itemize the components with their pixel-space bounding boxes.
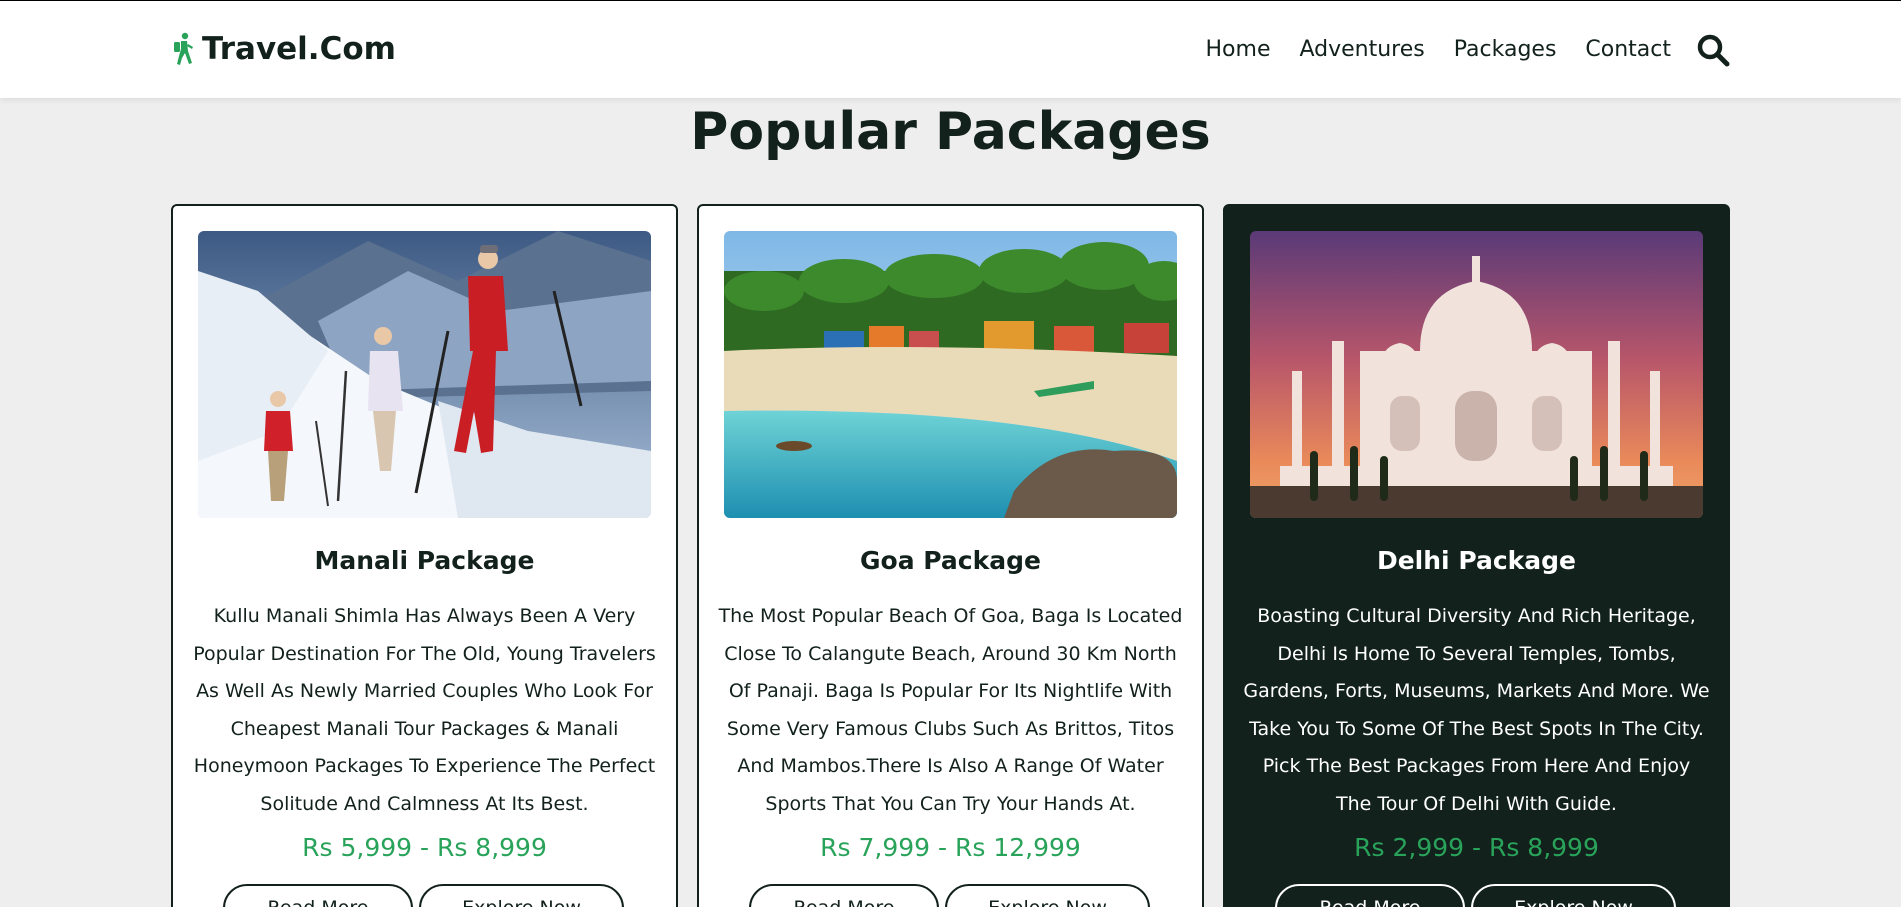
- package-title: Goa Package: [860, 546, 1041, 575]
- package-title: Delhi Package: [1376, 546, 1577, 575]
- package-description: The Most Popular Beach Of Goa, Baga Is L…: [718, 605, 1183, 815]
- package-description: Kullu Manali Shimla Has Always Been A Ve…: [193, 605, 656, 815]
- package-image-delhi: [1250, 231, 1703, 518]
- site-header: Travel.Com Home Adventures Packages Cont…: [0, 1, 1901, 98]
- nav-packages[interactable]: Packages: [1454, 37, 1557, 62]
- package-card-goa: Goa Package The Most Popular Beach Of Go…: [697, 204, 1204, 907]
- read-more-button[interactable]: Read More: [749, 884, 939, 907]
- nav-home[interactable]: Home: [1206, 37, 1271, 62]
- explore-now-button[interactable]: Explore Now: [945, 884, 1150, 907]
- nav-contact[interactable]: Contact: [1585, 37, 1671, 62]
- search-button[interactable]: [1696, 33, 1730, 67]
- package-card-manali: Manali Package Kullu Manali Shimla Has A…: [171, 204, 678, 907]
- hiker-icon: [174, 32, 193, 65]
- package-title: Manali Package: [314, 546, 535, 575]
- package-price: Rs 7,999 - Rs 12,999: [820, 833, 1081, 862]
- nav-adventures[interactable]: Adventures: [1299, 37, 1424, 62]
- package-card-delhi: Delhi Package Boasting Cultural Diversit…: [1223, 204, 1730, 907]
- explore-now-button[interactable]: Explore Now: [419, 884, 624, 907]
- section-title: Popular Packages: [690, 102, 1211, 162]
- package-price: Rs 2,999 - Rs 8,999: [1354, 833, 1599, 862]
- brand-logo[interactable]: Travel.Com: [170, 29, 396, 69]
- package-image-goa: [724, 231, 1177, 518]
- package-description: Boasting Cultural Diversity And Rich Her…: [1243, 605, 1710, 815]
- read-more-button[interactable]: Read More: [1275, 884, 1465, 907]
- search-icon: [1697, 34, 1730, 67]
- read-more-button[interactable]: Read More: [223, 884, 413, 907]
- explore-now-button[interactable]: Explore Now: [1471, 884, 1676, 907]
- brand-name: Travel.Com: [202, 31, 396, 67]
- main-nav: Home Adventures Packages Contact: [1206, 29, 1671, 69]
- package-price: Rs 5,999 - Rs 8,999: [302, 833, 547, 862]
- package-image-manali: [198, 231, 651, 518]
